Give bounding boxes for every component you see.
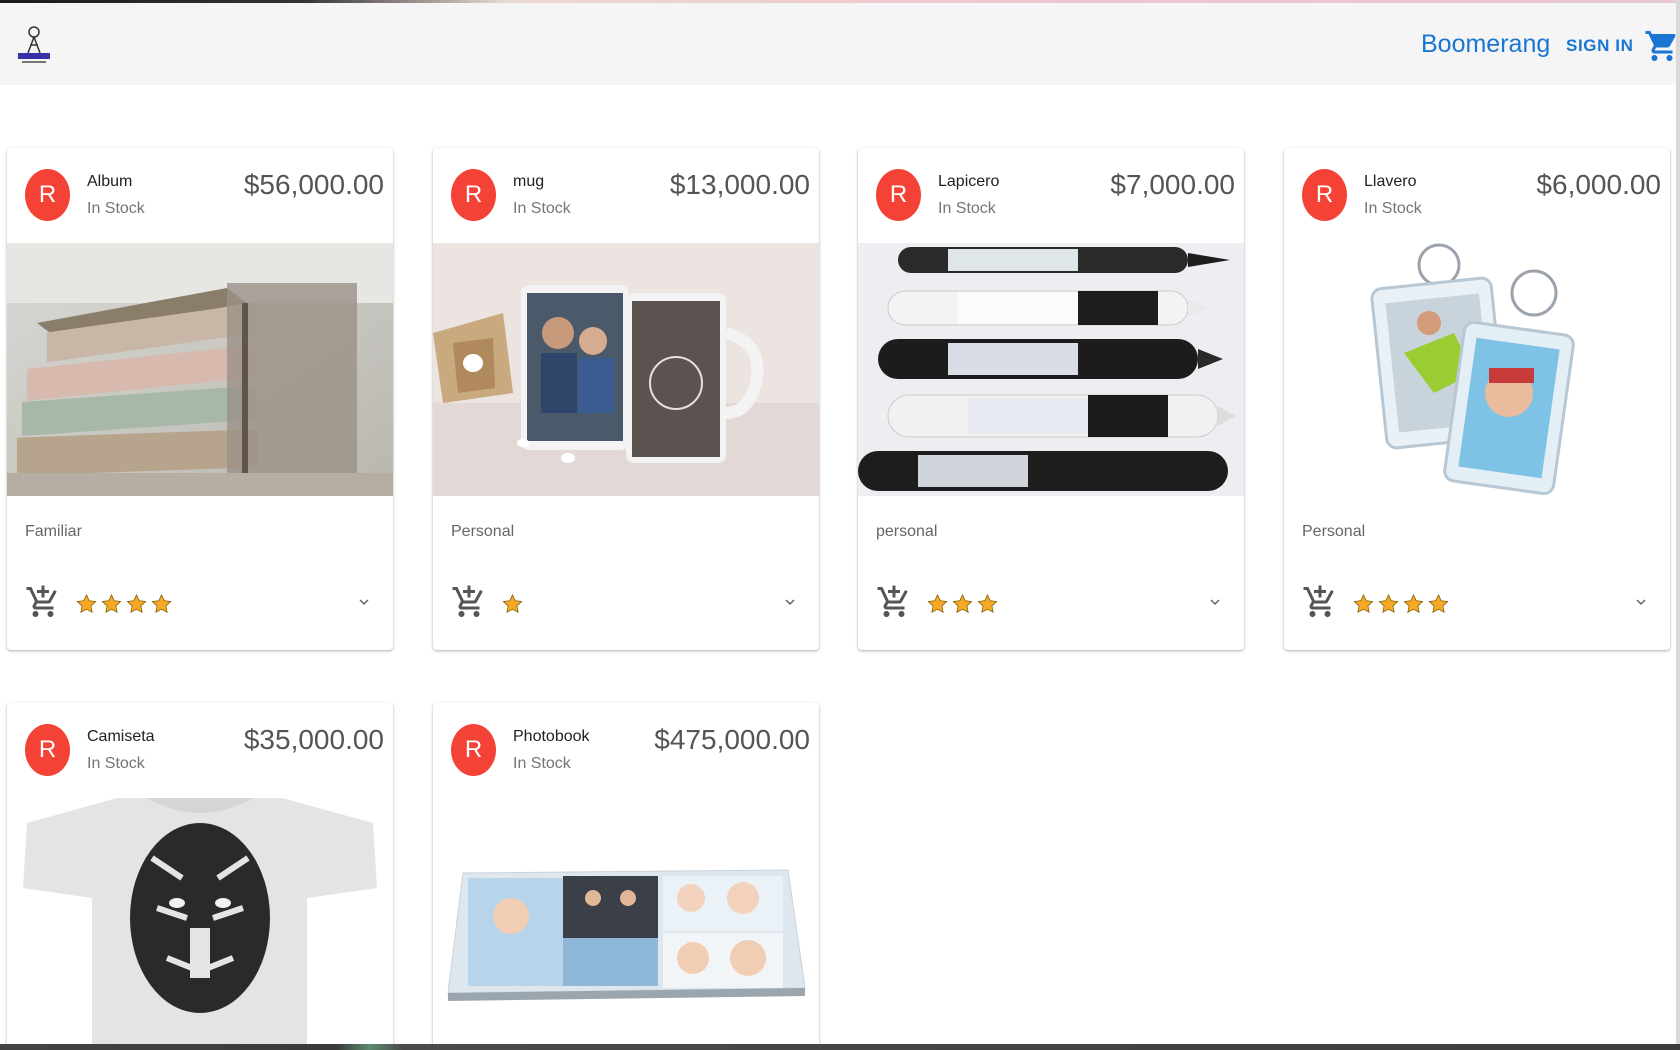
product-title: Photobook (513, 728, 590, 745)
sign-in-button[interactable]: SIGN IN (1566, 36, 1634, 56)
product-price: $6,000.00 (1536, 169, 1661, 200)
stock-status: In Stock (513, 200, 571, 217)
product-title: Lapicero (938, 173, 1000, 190)
product-category: personal (876, 523, 938, 540)
card-actions (7, 573, 393, 623)
avatar: R (1302, 169, 1347, 221)
star-icon (977, 593, 998, 614)
rating-stars (926, 593, 999, 615)
product-category: Personal (451, 523, 515, 540)
star-icon (952, 593, 973, 614)
product-price: $7,000.00 (1110, 169, 1235, 200)
product-card-llavero: R Llavero In Stock $6,000.00 Personal (1284, 148, 1670, 650)
star-icon (927, 593, 948, 614)
taskbar-strip (0, 1044, 1680, 1050)
stock-status: In Stock (87, 755, 145, 772)
product-title: Llavero (1364, 173, 1417, 190)
product-card-photobook: R Photobook In Stock $475,000.00 (433, 703, 819, 1050)
product-card-mug: R mug In Stock $13,000.00 Personal (433, 148, 819, 650)
star-icon (126, 593, 147, 614)
star-icon (76, 593, 97, 614)
add-to-cart-icon[interactable] (25, 583, 61, 621)
product-price: $475,000.00 (654, 724, 810, 755)
star-icon (1353, 593, 1374, 614)
star-icon (1403, 593, 1424, 614)
card-actions (1284, 573, 1670, 623)
product-category: Familiar (25, 523, 82, 540)
star-icon (502, 593, 523, 614)
stock-status: In Stock (513, 755, 571, 772)
chevron-down-icon[interactable] (1632, 593, 1650, 611)
chevron-down-icon[interactable] (781, 593, 799, 611)
product-title: Album (87, 173, 133, 190)
app-bar: Boomerang SIGN IN (0, 3, 1676, 85)
rating-stars (1352, 593, 1450, 615)
product-price: $56,000.00 (243, 169, 384, 200)
product-image[interactable] (7, 243, 393, 496)
product-image[interactable] (433, 798, 819, 1050)
shopping-cart-icon[interactable] (1644, 27, 1680, 65)
product-image[interactable] (1284, 243, 1670, 496)
add-to-cart-icon[interactable] (876, 583, 912, 621)
product-title: mug (513, 173, 545, 190)
avatar: R (876, 169, 921, 221)
add-to-cart-icon[interactable] (451, 583, 487, 621)
product-price: $13,000.00 (669, 169, 810, 200)
product-card-lapicero: R Lapicero In Stock $7,000.00 personal (858, 148, 1244, 650)
card-actions (433, 573, 819, 623)
product-category: Personal (1302, 523, 1366, 540)
stock-status: In Stock (87, 200, 145, 217)
product-price: $35,000.00 (243, 724, 384, 755)
product-title: Camiseta (87, 728, 155, 745)
product-image[interactable] (858, 243, 1244, 496)
chevron-down-icon[interactable] (1206, 593, 1224, 611)
stock-status: In Stock (938, 200, 996, 217)
star-icon (1378, 593, 1399, 614)
avatar: R (25, 169, 70, 221)
avatar: R (451, 724, 496, 776)
chevron-down-icon[interactable] (355, 593, 373, 611)
star-icon (1428, 593, 1449, 614)
product-image[interactable] (7, 798, 393, 1050)
star-icon (151, 593, 172, 614)
rating-stars (75, 593, 173, 615)
add-to-cart-icon[interactable] (1302, 583, 1338, 621)
avatar: R (25, 724, 70, 776)
card-actions (858, 573, 1244, 623)
star-icon (101, 593, 122, 614)
avatar: R (451, 169, 496, 221)
brand-link[interactable]: Boomerang (1421, 30, 1550, 59)
product-card-camiseta: R Camiseta In Stock $35,000.00 (7, 703, 393, 1050)
product-image[interactable] (433, 243, 819, 496)
scrollbar[interactable] (1676, 0, 1680, 1050)
product-card-album: R Album In Stock $56,000.00 Familiar (7, 148, 393, 650)
stock-status: In Stock (1364, 200, 1422, 217)
rating-stars (501, 593, 524, 615)
boomerang-logo[interactable] (14, 23, 54, 65)
